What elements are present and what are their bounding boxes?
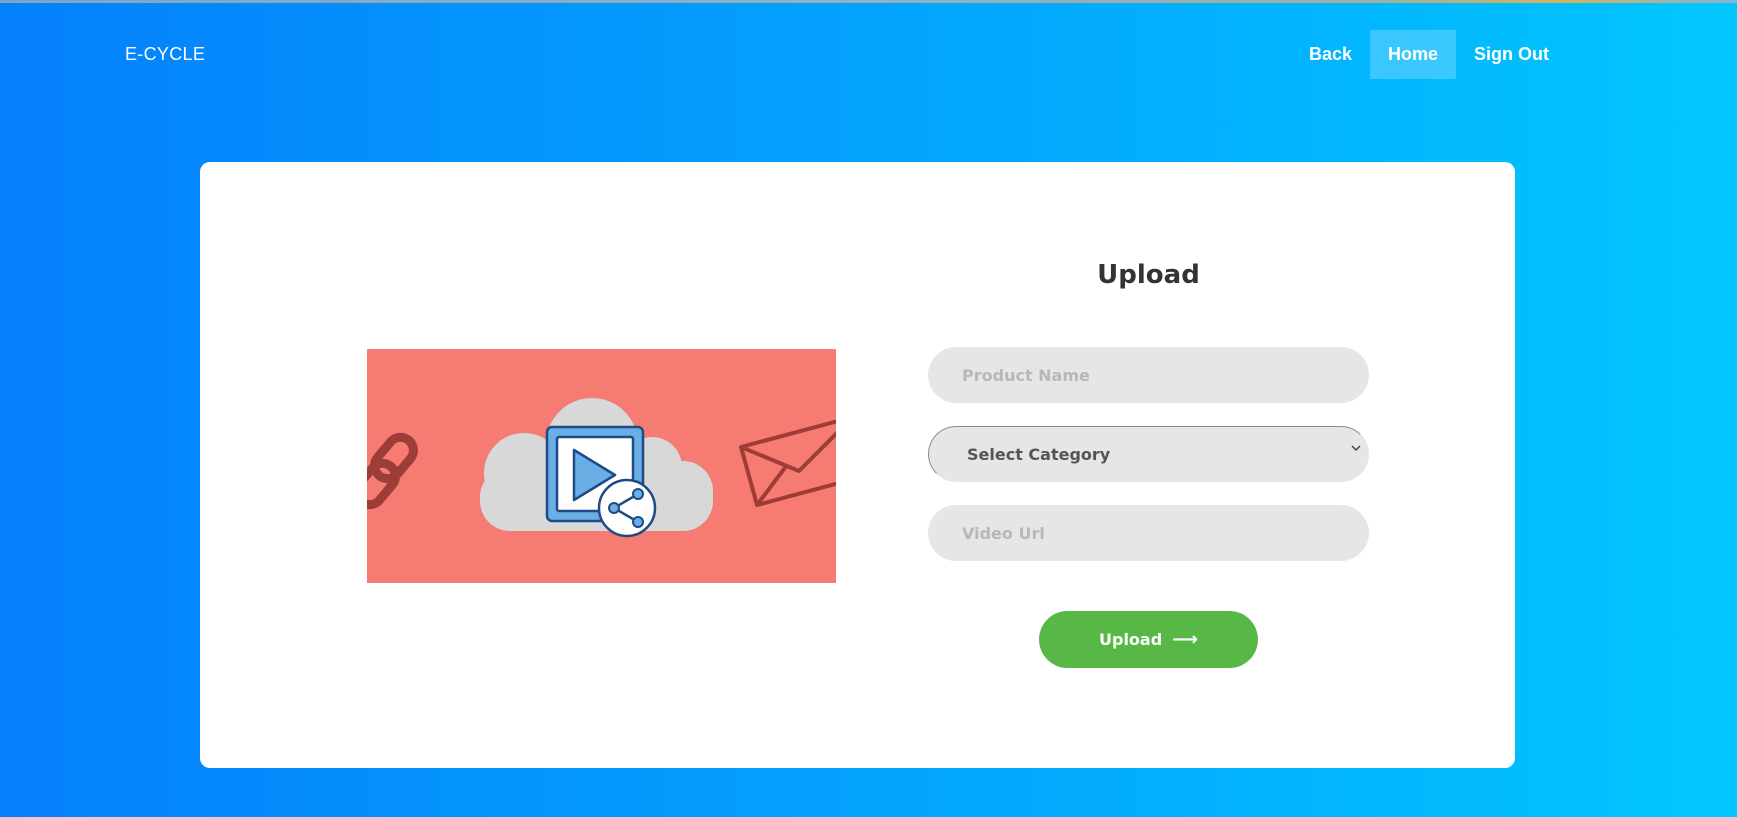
upload-title: Upload — [1097, 260, 1200, 290]
upload-card: Upload Select Category Upload ⟶ — [200, 162, 1515, 768]
chevron-down-icon-svg — [1351, 445, 1361, 452]
nav-sign-out-link[interactable]: Sign Out — [1456, 30, 1567, 79]
chevron-down-icon — [1350, 441, 1362, 457]
upload-illustration — [367, 349, 836, 583]
top-edge-strip — [0, 0, 1737, 3]
brand-logo[interactable]: E-CYCLE — [125, 44, 205, 65]
video-url-input[interactable] — [928, 505, 1369, 561]
upload-button-label: Upload — [1099, 630, 1163, 649]
category-select-value: Select Category — [967, 445, 1111, 464]
nav-home-link[interactable]: Home — [1370, 30, 1457, 79]
share-icon — [597, 478, 657, 538]
category-select[interactable]: Select Category — [928, 426, 1369, 482]
upload-button[interactable]: Upload ⟶ — [1039, 611, 1258, 668]
envelope-icon — [739, 419, 836, 507]
product-name-input[interactable] — [928, 347, 1369, 403]
nav-back-link[interactable]: Back — [1291, 30, 1370, 79]
top-nav: Back Home Sign Out — [1291, 30, 1567, 79]
upload-illustration-art — [367, 398, 836, 538]
chain-link-icon — [367, 432, 418, 510]
arrow-right-icon: ⟶ — [1172, 629, 1198, 650]
